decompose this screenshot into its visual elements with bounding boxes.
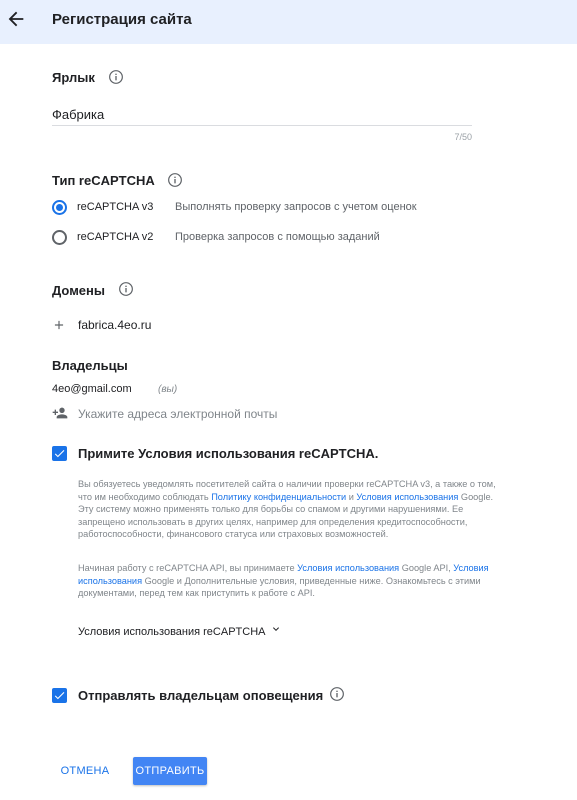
owner-email: 4eo@gmail.com [52,383,132,395]
app-header: Регистрация сайта [0,0,577,44]
character-counter: 7/50 [454,132,472,142]
info-icon[interactable] [167,172,183,188]
domain-item: fabrica.4eo.ru [78,318,152,332]
submit-button[interactable]: ОТПРАВИТЬ [133,757,207,785]
send-alerts-label: Отправлять владельцам оповещения [78,688,324,703]
radio-label: reCAPTCHA v2 [77,231,154,243]
radio-description: Выполнять проверку запросов с учетом оце… [175,201,417,213]
radio-label: reCAPTCHA v3 [77,201,154,213]
radio-button[interactable] [52,230,67,245]
info-icon[interactable] [108,69,124,85]
chevron-down-icon [273,627,279,631]
dropdown-label: Условия использования reCAPTCHA [78,626,266,638]
arrow-back-icon[interactable] [5,8,27,30]
terms-paragraph-2: Начиная работу с reCAPTCHA API, вы прини… [78,563,489,598]
send-alerts-checkbox[interactable] [52,688,67,703]
google-api-terms-link[interactable]: Условия использования [297,563,399,573]
add-person-icon [52,407,68,419]
terms-paragraph-1: Вы обязуетесь уведомлять посетителей сай… [78,479,496,539]
privacy-policy-link[interactable]: Политику конфиденциальности [211,492,346,502]
plus-icon[interactable] [52,318,66,332]
page-title: Регистрация сайта [52,11,192,28]
radio-button-checked[interactable] [52,200,67,215]
owner-you-label: (вы) [158,384,178,395]
accept-terms-label: Примите Условия использования reCAPTCHA. [78,446,379,461]
info-icon[interactable] [329,686,345,702]
cancel-button[interactable]: ОТМЕНА [55,757,115,785]
recaptcha-terms-dropdown[interactable]: Условия использования reCAPTCHA [78,622,279,638]
type-section-title: Тип reCAPTCHA [52,173,155,188]
label-section-title: Ярлык [52,70,95,85]
email-input[interactable] [78,405,378,423]
info-icon[interactable] [118,281,134,297]
domains-section-title: Домены [52,283,105,298]
radio-description: Проверка запросов с помощью заданий [175,231,380,243]
label-input[interactable] [52,104,472,126]
accept-terms-checkbox[interactable] [52,446,67,461]
owners-section-title: Владельцы [52,358,128,373]
terms-of-use-link[interactable]: Условия использования [356,492,458,502]
